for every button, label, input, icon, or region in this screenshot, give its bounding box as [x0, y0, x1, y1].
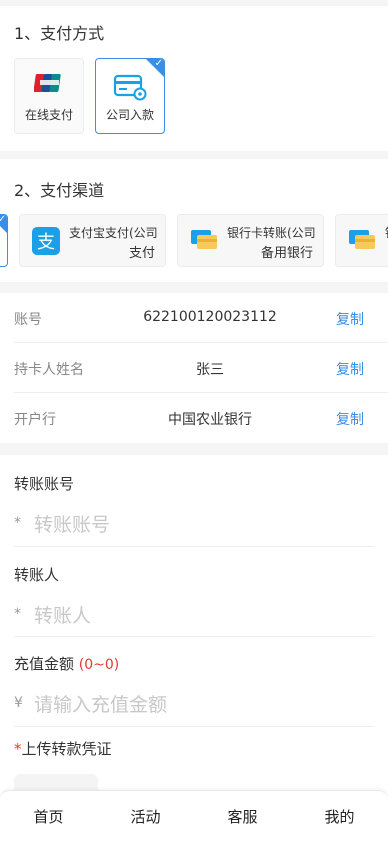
method-company-deposit[interactable]: 公司入款 ✓ — [95, 58, 165, 134]
transfer-person-label: 转账人 — [14, 566, 60, 584]
amount-placeholder: 请输入充值金额 — [34, 694, 168, 716]
amount-field[interactable]: ¥ 请输入充值金额 — [14, 686, 374, 722]
row-key: 持卡人姓名 — [14, 362, 84, 378]
unionpay-icon — [33, 73, 64, 97]
row-value: 张三 — [196, 362, 224, 378]
transfer-person-placeholder: 转账人 — [34, 605, 92, 627]
required-mark: * — [14, 740, 22, 758]
account-info-section: 账号 622100120023112 复制 持卡人姓名 张三 复制 开户行 中国… — [0, 293, 388, 443]
channel-sub: 支付 — [128, 246, 155, 261]
tab-service[interactable]: 客服 — [194, 806, 291, 827]
channel-sub: 备用银行 — [260, 246, 313, 261]
card-settings-icon — [113, 73, 147, 105]
required-prefix: * — [14, 606, 21, 622]
payment-channel-title: 2、支付渠道 — [14, 181, 105, 200]
transfer-account-label: 转账账号 — [14, 475, 75, 493]
divider — [14, 546, 374, 547]
account-row: 账号 622100120023112 复制 — [0, 293, 388, 343]
bank-card-icon — [190, 227, 218, 255]
channel-name: 支付宝支付(公司 — [69, 226, 158, 240]
amount-range: (0~0) — [78, 657, 120, 673]
channel-bank-transfer[interactable]: 银行卡转账(公司 备用银行 — [177, 214, 324, 267]
transfer-form: 转账账号 * 转账账号 转账人 * 转账人 充值金额 (0~0) ¥ 请输入充值… — [0, 455, 388, 842]
tab-home[interactable]: 首页 — [0, 806, 97, 827]
transfer-account-placeholder: 转账账号 — [34, 514, 111, 536]
channel-bank-next[interactable]: 银 — [335, 214, 388, 267]
upload-label-wrap: *上传转款凭证 — [14, 738, 112, 759]
bank-card-icon — [348, 227, 376, 255]
method-online-pay[interactable]: 在线支付 — [14, 58, 84, 134]
amount-label: 充值金额 — [14, 655, 75, 673]
amount-label-wrap: 充值金额 (0~0) — [14, 653, 119, 674]
divider — [14, 636, 374, 637]
channel-name: 银行卡转账(公司 — [227, 226, 316, 240]
method-label: 公司入款 — [105, 108, 154, 122]
row-key: 账号 — [14, 312, 42, 328]
copy-button[interactable]: 复制 — [336, 359, 364, 379]
recharge-page: 1、支付方式 在线支付 公司入款 ✓ 2、支付渠道 支 支付宝支付(公司 支付 … — [0, 0, 388, 842]
channel-card-prev[interactable]: ✓ — [0, 214, 8, 267]
copy-button[interactable]: 复制 — [336, 409, 364, 429]
upload-label: 上传转款凭证 — [21, 740, 112, 758]
transfer-person-field[interactable]: * 转账人 — [14, 597, 374, 633]
transfer-account-field[interactable]: * 转账账号 — [14, 506, 374, 542]
tab-activity[interactable]: 活动 — [97, 806, 194, 827]
required-prefix: * — [14, 515, 21, 531]
holder-row: 持卡人姓名 张三 复制 — [0, 343, 388, 393]
payment-channel-section: 2、支付渠道 ✓ 支 支付宝支付(公司 支付 — [0, 159, 388, 282]
tab-mine[interactable]: 我的 — [291, 806, 388, 827]
alipay-icon: 支 — [32, 227, 60, 259]
row-value: 中国农业银行 — [168, 412, 252, 428]
bottom-tabbar: 首页 活动 客服 我的 — [0, 790, 388, 842]
check-icon: ✓ — [0, 215, 6, 226]
method-label: 在线支付 — [24, 108, 73, 122]
row-value: 622100120023112 — [143, 309, 277, 325]
row-key: 开户行 — [14, 412, 56, 428]
channel-alipay[interactable]: 支 支付宝支付(公司 支付 — [19, 214, 166, 267]
svg-text:支: 支 — [37, 232, 55, 253]
check-icon: ✓ — [154, 58, 163, 69]
currency-prefix: ¥ — [14, 695, 23, 711]
copy-button[interactable]: 复制 — [336, 309, 364, 329]
payment-method-title: 1、支付方式 — [14, 24, 105, 43]
payment-method-section: 1、支付方式 在线支付 公司入款 ✓ — [0, 6, 388, 151]
divider — [14, 726, 374, 727]
bank-row: 开户行 中国农业银行 复制 — [0, 393, 388, 443]
